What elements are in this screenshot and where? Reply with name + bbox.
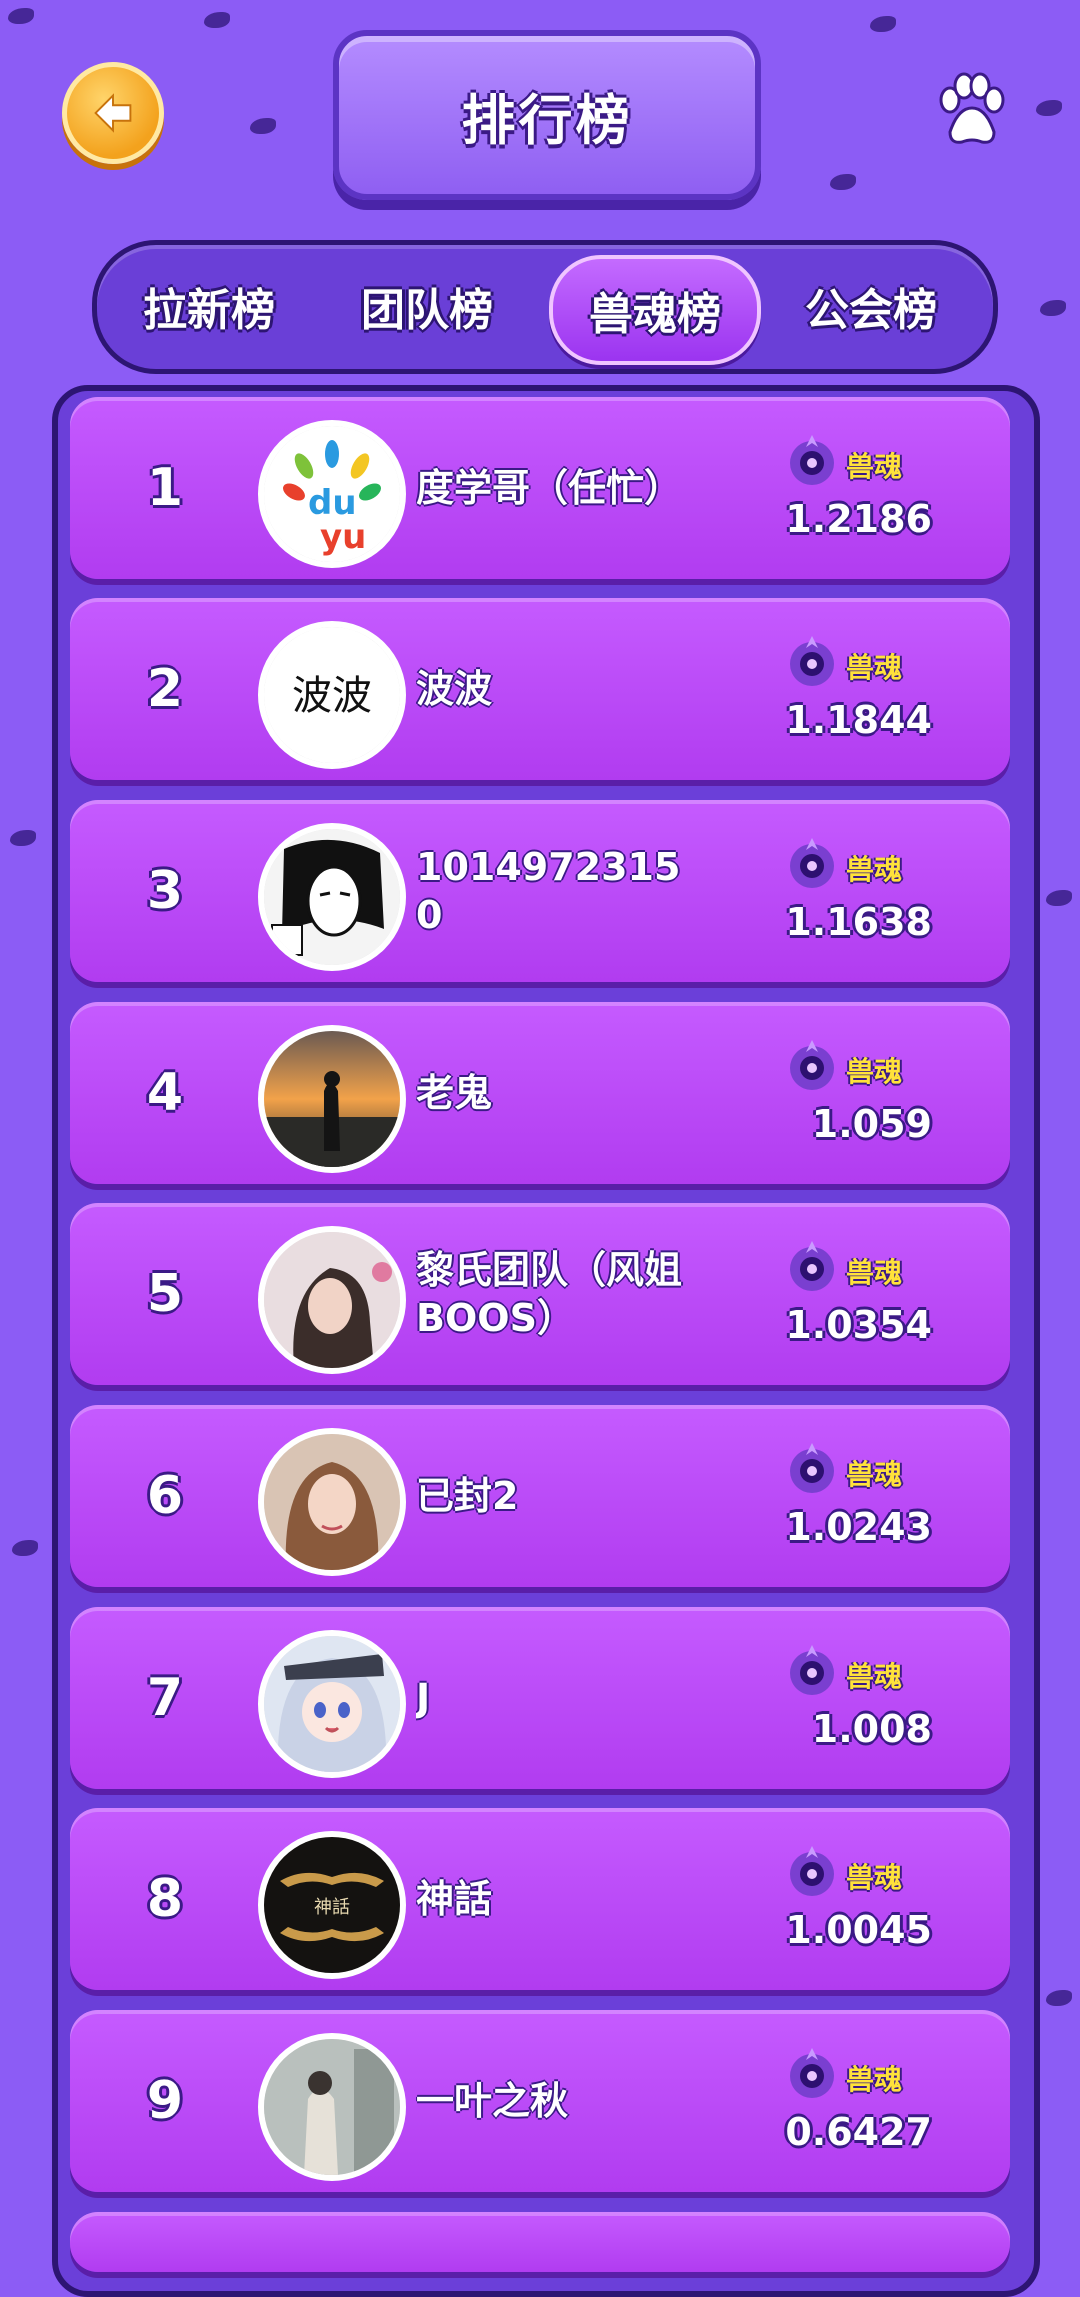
score-label: 兽魂: [846, 1256, 903, 1289]
title-plate: 排行榜: [333, 30, 761, 200]
score-value: 1.2186: [785, 497, 932, 541]
player-name: 神話: [416, 1877, 493, 1921]
rank-number: 4: [146, 1063, 184, 1123]
soul-gem-icon: [790, 1846, 834, 1896]
background-spot: [1036, 100, 1062, 116]
background-spot: [870, 16, 896, 32]
table-row[interactable]: 4 老鬼 兽魂 1.059: [70, 1002, 1010, 1184]
player-name: J: [416, 1676, 431, 1720]
player-name: 波波: [416, 667, 493, 711]
tab-invite[interactable]: 拉新榜: [119, 255, 299, 357]
score-box: 兽魂 1.0243: [782, 1439, 932, 1559]
score-box: 兽魂 1.008: [782, 1641, 932, 1761]
svg-text:神話: 神話: [314, 1897, 350, 1918]
player-name: 一叶之秋: [416, 2079, 569, 2123]
score-value: 1.059: [811, 1102, 932, 1146]
background-spot: [1046, 890, 1072, 906]
paw-button[interactable]: [936, 70, 1006, 150]
background-spot: [1046, 1990, 1072, 2006]
score-label: 兽魂: [846, 651, 903, 684]
background-spot: [204, 12, 230, 28]
score-value: 1.0354: [785, 1303, 932, 1347]
score-box: 兽魂 1.0354: [782, 1237, 932, 1357]
score-label: 兽魂: [846, 1055, 903, 1088]
svg-text:波波: 波波: [292, 673, 372, 719]
rank-number: 6: [146, 1466, 184, 1526]
table-row[interactable]: 8 神話 神話 兽魂 1.0045: [70, 1808, 1010, 1990]
score-label: 兽魂: [846, 2063, 903, 2096]
table-row[interactable]: 7 J 兽魂 1.008: [70, 1607, 1010, 1789]
svg-text:yu: yu: [320, 517, 366, 557]
soul-gem-icon: [790, 1645, 834, 1695]
table-row[interactable]: [70, 2212, 1010, 2272]
arrow-left-icon: [94, 93, 132, 133]
player-name: 10149723150: [416, 845, 681, 937]
rank-number: 5: [146, 1264, 184, 1324]
rank-number: 8: [146, 1869, 184, 1929]
background-spot: [1040, 300, 1066, 316]
background-spot: [10, 830, 36, 846]
score-box: 兽魂 1.1638: [782, 834, 932, 954]
soul-gem-icon: [790, 636, 834, 686]
avatar: du yu: [258, 420, 406, 568]
tab-team[interactable]: 团队榜: [337, 255, 517, 357]
background-spot: [830, 174, 856, 190]
tab-guild[interactable]: 公会榜: [781, 255, 961, 357]
score-box: 兽魂 1.1844: [782, 632, 932, 752]
score-box: 兽魂 1.2186: [782, 431, 932, 551]
player-name: 黎氏团队（风姐BOOS）: [416, 1248, 683, 1340]
player-name: 已封2: [416, 1474, 519, 1518]
score-value: 1.1638: [785, 900, 932, 944]
rank-number: 2: [146, 659, 184, 719]
score-value: 1.1844: [785, 698, 932, 742]
score-value: 0.6427: [785, 2110, 932, 2154]
paw-icon: [939, 72, 1005, 144]
avatar: [258, 1630, 406, 1778]
player-name: 度学哥（任忙）: [416, 466, 683, 510]
soul-gem-icon: [790, 838, 834, 888]
leaderboard-tabbar: 拉新榜 团队榜 兽魂榜 公会榜: [92, 240, 998, 374]
score-box: 兽魂 1.059: [782, 1036, 932, 1156]
score-label: 兽魂: [846, 450, 903, 483]
score-box: 兽魂 1.0045: [782, 1842, 932, 1962]
avatar: 神話: [258, 1831, 406, 1979]
soul-gem-icon: [790, 1040, 834, 1090]
rank-number: 9: [146, 2071, 184, 2131]
soul-gem-icon: [790, 2048, 834, 2098]
rank-number: 7: [146, 1668, 184, 1728]
avatar: [258, 1025, 406, 1173]
soul-gem-icon: [790, 435, 834, 485]
table-row[interactable]: 6 已封2 兽魂 1.0243: [70, 1405, 1010, 1587]
player-name: 老鬼: [416, 1071, 493, 1115]
table-row[interactable]: 3 10149723150 兽魂 1.1638: [70, 800, 1010, 982]
score-box: 兽魂 0.6427: [782, 2044, 932, 2164]
score-label: 兽魂: [846, 1458, 903, 1491]
avatar: [258, 823, 406, 971]
background-spot: [8, 8, 34, 24]
score-label: 兽魂: [846, 853, 903, 886]
rank-number: 1: [146, 458, 184, 518]
soul-gem-icon: [790, 1443, 834, 1493]
score-label: 兽魂: [846, 1861, 903, 1894]
background-spot: [250, 118, 276, 134]
soul-gem-icon: [790, 1241, 834, 1291]
table-row[interactable]: 2 波波 波波 兽魂 1.1844: [70, 598, 1010, 780]
table-row[interactable]: 5 黎氏团队（风姐BOOS） 兽魂 1.0354: [70, 1203, 1010, 1385]
avatar: [258, 1226, 406, 1374]
score-label: 兽魂: [846, 1660, 903, 1693]
background-spot: [12, 1540, 38, 1556]
score-value: 1.0243: [785, 1505, 932, 1549]
back-button[interactable]: [62, 62, 164, 164]
table-row[interactable]: 9 一叶之秋 兽魂 0.6427: [70, 2010, 1010, 2192]
table-row[interactable]: 1 du yu 度学哥（任忙） 兽魂 1.2186: [70, 397, 1010, 579]
avatar: [258, 1428, 406, 1576]
page-title: 排行榜: [461, 88, 633, 152]
score-value: 1.008: [811, 1707, 932, 1751]
avatar: 波波: [258, 621, 406, 769]
rank-number: 3: [146, 861, 184, 921]
score-value: 1.0045: [785, 1908, 932, 1952]
avatar: [258, 2033, 406, 2181]
tab-beast-soul[interactable]: 兽魂榜: [549, 255, 761, 365]
